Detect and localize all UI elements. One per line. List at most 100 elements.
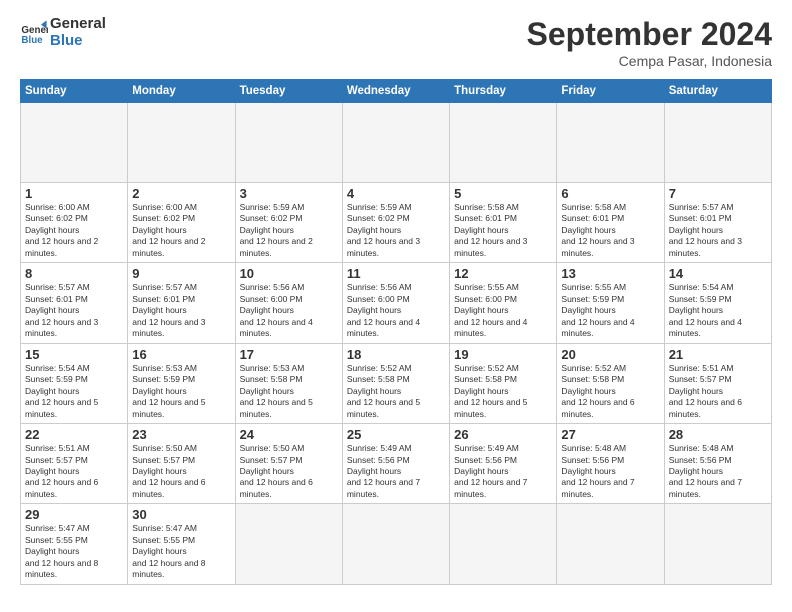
calendar-cell: 26Sunrise: 5:49 AMSunset: 5:56 PMDayligh… — [450, 424, 557, 504]
calendar-cell: 16Sunrise: 5:53 AMSunset: 5:59 PMDayligh… — [128, 343, 235, 423]
cell-content: Sunrise: 5:57 AMSunset: 6:01 PMDaylight … — [132, 282, 230, 339]
calendar-cell: 6Sunrise: 5:58 AMSunset: 6:01 PMDaylight… — [557, 183, 664, 263]
cell-content: Sunrise: 5:57 AMSunset: 6:01 PMDaylight … — [669, 202, 767, 259]
calendar-cell: 25Sunrise: 5:49 AMSunset: 5:56 PMDayligh… — [342, 424, 449, 504]
calendar-cell: 8Sunrise: 5:57 AMSunset: 6:01 PMDaylight… — [21, 263, 128, 343]
day-number: 27 — [561, 427, 659, 442]
cell-content: Sunrise: 5:48 AMSunset: 5:56 PMDaylight … — [561, 443, 659, 500]
calendar-cell — [342, 103, 449, 183]
cell-content: Sunrise: 5:59 AMSunset: 6:02 PMDaylight … — [240, 202, 338, 259]
logo-icon: General Blue — [20, 19, 48, 47]
calendar-week-row-4: 22Sunrise: 5:51 AMSunset: 5:57 PMDayligh… — [21, 424, 772, 504]
calendar-week-row-0 — [21, 103, 772, 183]
cell-content: Sunrise: 5:56 AMSunset: 6:00 PMDaylight … — [240, 282, 338, 339]
calendar-cell: 23Sunrise: 5:50 AMSunset: 5:57 PMDayligh… — [128, 424, 235, 504]
calendar-cell: 11Sunrise: 5:56 AMSunset: 6:00 PMDayligh… — [342, 263, 449, 343]
day-number: 3 — [240, 186, 338, 201]
day-number: 17 — [240, 347, 338, 362]
calendar-day-header-thursday: Thursday — [450, 80, 557, 103]
cell-content: Sunrise: 5:56 AMSunset: 6:00 PMDaylight … — [347, 282, 445, 339]
cell-content: Sunrise: 5:48 AMSunset: 5:56 PMDaylight … — [669, 443, 767, 500]
cell-content: Sunrise: 5:58 AMSunset: 6:01 PMDaylight … — [454, 202, 552, 259]
calendar-cell: 29Sunrise: 5:47 AMSunset: 5:55 PMDayligh… — [21, 504, 128, 584]
day-number: 10 — [240, 266, 338, 281]
calendar-cell: 1Sunrise: 6:00 AMSunset: 6:02 PMDaylight… — [21, 183, 128, 263]
cell-content: Sunrise: 5:51 AMSunset: 5:57 PMDaylight … — [669, 363, 767, 420]
calendar-cell: 13Sunrise: 5:55 AMSunset: 5:59 PMDayligh… — [557, 263, 664, 343]
cell-content: Sunrise: 5:52 AMSunset: 5:58 PMDaylight … — [347, 363, 445, 420]
cell-content: Sunrise: 5:47 AMSunset: 5:55 PMDaylight … — [132, 523, 230, 580]
day-number: 30 — [132, 507, 230, 522]
day-number: 8 — [25, 266, 123, 281]
day-number: 28 — [669, 427, 767, 442]
calendar-cell — [235, 103, 342, 183]
calendar-week-row-1: 1Sunrise: 6:00 AMSunset: 6:02 PMDaylight… — [21, 183, 772, 263]
day-number: 22 — [25, 427, 123, 442]
day-number: 12 — [454, 266, 552, 281]
calendar-cell: 14Sunrise: 5:54 AMSunset: 5:59 PMDayligh… — [664, 263, 771, 343]
day-number: 25 — [347, 427, 445, 442]
calendar-day-header-sunday: Sunday — [21, 80, 128, 103]
calendar-header-row: SundayMondayTuesdayWednesdayThursdayFrid… — [21, 80, 772, 103]
calendar-cell: 2Sunrise: 6:00 AMSunset: 6:02 PMDaylight… — [128, 183, 235, 263]
calendar-cell — [450, 504, 557, 584]
day-number: 24 — [240, 427, 338, 442]
cell-content: Sunrise: 5:55 AMSunset: 5:59 PMDaylight … — [561, 282, 659, 339]
day-number: 23 — [132, 427, 230, 442]
calendar-cell: 18Sunrise: 5:52 AMSunset: 5:58 PMDayligh… — [342, 343, 449, 423]
cell-content: Sunrise: 5:55 AMSunset: 6:00 PMDaylight … — [454, 282, 552, 339]
calendar-table: SundayMondayTuesdayWednesdayThursdayFrid… — [20, 79, 772, 585]
cell-content: Sunrise: 5:52 AMSunset: 5:58 PMDaylight … — [561, 363, 659, 420]
calendar-week-row-3: 15Sunrise: 5:54 AMSunset: 5:59 PMDayligh… — [21, 343, 772, 423]
day-number: 13 — [561, 266, 659, 281]
day-number: 19 — [454, 347, 552, 362]
calendar-week-row-5: 29Sunrise: 5:47 AMSunset: 5:55 PMDayligh… — [21, 504, 772, 584]
calendar-cell: 27Sunrise: 5:48 AMSunset: 5:56 PMDayligh… — [557, 424, 664, 504]
day-number: 1 — [25, 186, 123, 201]
cell-content: Sunrise: 6:00 AMSunset: 6:02 PMDaylight … — [25, 202, 123, 259]
location: Cempa Pasar, Indonesia — [527, 53, 772, 69]
calendar-cell: 24Sunrise: 5:50 AMSunset: 5:57 PMDayligh… — [235, 424, 342, 504]
header: General Blue General Blue September 2024… — [20, 16, 772, 69]
cell-content: Sunrise: 5:52 AMSunset: 5:58 PMDaylight … — [454, 363, 552, 420]
calendar-day-header-saturday: Saturday — [664, 80, 771, 103]
day-number: 5 — [454, 186, 552, 201]
cell-content: Sunrise: 5:59 AMSunset: 6:02 PMDaylight … — [347, 202, 445, 259]
calendar-cell: 22Sunrise: 5:51 AMSunset: 5:57 PMDayligh… — [21, 424, 128, 504]
page: General Blue General Blue September 2024… — [0, 0, 792, 612]
calendar-cell: 10Sunrise: 5:56 AMSunset: 6:00 PMDayligh… — [235, 263, 342, 343]
day-number: 20 — [561, 347, 659, 362]
day-number: 2 — [132, 186, 230, 201]
svg-text:Blue: Blue — [21, 34, 43, 45]
calendar-cell — [557, 504, 664, 584]
calendar-cell: 17Sunrise: 5:53 AMSunset: 5:58 PMDayligh… — [235, 343, 342, 423]
cell-content: Sunrise: 5:54 AMSunset: 5:59 PMDaylight … — [669, 282, 767, 339]
calendar-cell — [21, 103, 128, 183]
day-number: 7 — [669, 186, 767, 201]
day-number: 9 — [132, 266, 230, 281]
calendar-cell: 20Sunrise: 5:52 AMSunset: 5:58 PMDayligh… — [557, 343, 664, 423]
cell-content: Sunrise: 6:00 AMSunset: 6:02 PMDaylight … — [132, 202, 230, 259]
calendar-week-row-2: 8 Sunrise: 5:57 AMSunset: 6:01 PMDaylight… — [21, 263, 772, 343]
calendar-cell: 21Sunrise: 5:51 AMSunset: 5:57 PMDayligh… — [664, 343, 771, 423]
cell-content: Sunrise: 5:49 AMSunset: 5:56 PMDaylight … — [454, 443, 552, 500]
calendar-cell — [235, 504, 342, 584]
calendar-cell — [450, 103, 557, 183]
calendar-cell: 15Sunrise: 5:54 AMSunset: 5:59 PMDayligh… — [21, 343, 128, 423]
day-number: 15 — [25, 347, 123, 362]
cell-content: Sunrise: 5:50 AMSunset: 5:57 PMDaylight … — [132, 443, 230, 500]
logo: General Blue General Blue — [20, 16, 106, 49]
calendar-cell: 9Sunrise: 5:57 AMSunset: 6:01 PMDaylight… — [128, 263, 235, 343]
calendar-cell: 30Sunrise: 5:47 AMSunset: 5:55 PMDayligh… — [128, 504, 235, 584]
day-number: 26 — [454, 427, 552, 442]
cell-content: Sunrise: 5:54 AMSunset: 5:59 PMDaylight … — [25, 363, 123, 420]
cell-content: Sunrise: 5:58 AMSunset: 6:01 PMDaylight … — [561, 202, 659, 259]
calendar-cell — [557, 103, 664, 183]
calendar-cell: 7Sunrise: 5:57 AMSunset: 6:01 PMDaylight… — [664, 183, 771, 263]
calendar-cell — [128, 103, 235, 183]
calendar-cell — [664, 103, 771, 183]
day-number: 4 — [347, 186, 445, 201]
calendar-cell — [664, 504, 771, 584]
month-year: September 2024 — [527, 16, 772, 53]
cell-content: Sunrise: 5:53 AMSunset: 5:58 PMDaylight … — [240, 363, 338, 420]
